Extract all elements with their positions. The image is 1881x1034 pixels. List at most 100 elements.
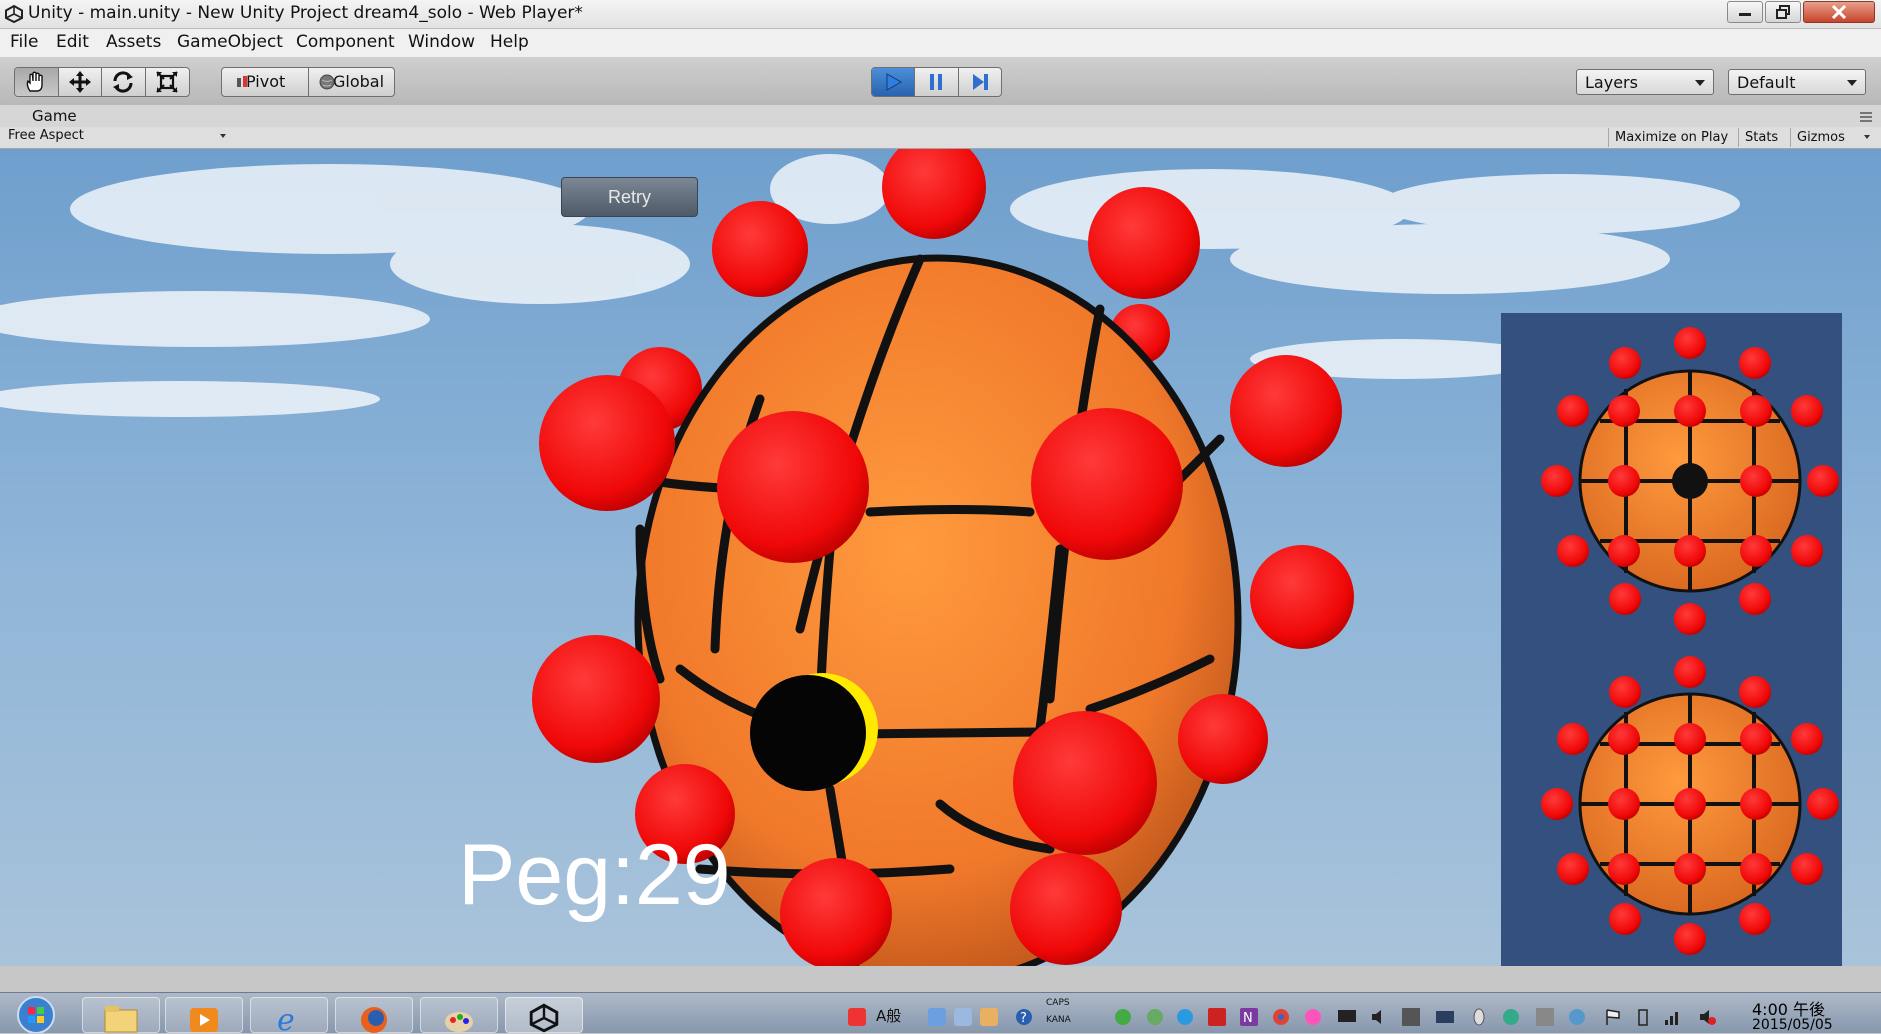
unity-icon — [529, 1003, 559, 1033]
ime-mode-indicator[interactable]: A般 — [876, 1005, 901, 1026]
game-view[interactable]: Retry Peg:29 — [0, 149, 1881, 966]
peg-counter: Peg:29 — [458, 827, 731, 923]
close-button[interactable] — [1803, 1, 1875, 23]
minimize-button[interactable] — [1727, 1, 1763, 23]
action-center-flag-icon[interactable] — [1604, 1008, 1622, 1026]
chevron-down-icon — [1847, 80, 1857, 86]
ime-dictionary-icon[interactable] — [954, 1008, 972, 1026]
tray-mouse-icon[interactable] — [1470, 1008, 1488, 1026]
playback-controls — [871, 67, 1002, 97]
tray-app3-icon[interactable] — [1568, 1008, 1586, 1026]
svg-text:?: ? — [1020, 1011, 1027, 1026]
folder-icon — [104, 1006, 138, 1033]
layers-dropdown[interactable]: Layers — [1576, 69, 1714, 95]
battery-icon[interactable] — [1634, 1008, 1652, 1026]
ime-tools-icon[interactable] — [980, 1008, 998, 1026]
tray-app2-icon[interactable] — [1304, 1008, 1322, 1026]
hand-icon — [26, 71, 43, 92]
taskbar-paint[interactable] — [420, 997, 498, 1033]
caps-indicator: CAPS — [1046, 998, 1070, 1008]
kana-indicator: KANA — [1046, 1015, 1071, 1025]
menu-help[interactable]: Help — [490, 32, 529, 52]
pause-icon — [930, 74, 943, 90]
taskbar-date[interactable]: 2015/05/05 — [1752, 1017, 1833, 1033]
step-button[interactable] — [959, 68, 1001, 96]
layers-label: Layers — [1585, 73, 1638, 92]
menu-component[interactable]: Component — [296, 32, 395, 52]
svg-text:N: N — [1243, 1011, 1253, 1026]
play-button[interactable] — [872, 68, 916, 96]
hand-tool-button[interactable] — [15, 68, 59, 96]
taskbar-internet-explorer[interactable]: e — [250, 997, 328, 1034]
taskbar-explorer[interactable] — [82, 997, 160, 1033]
menu-gameobject[interactable]: GameObject — [177, 32, 283, 52]
tray-acrobat-icon[interactable] — [1208, 1008, 1226, 1026]
pause-button[interactable] — [915, 68, 959, 96]
restore-icon — [1776, 5, 1790, 19]
menu-edit[interactable]: Edit — [56, 32, 89, 52]
ime-toolbar-icon[interactable] — [928, 1008, 946, 1026]
layout-dropdown[interactable]: Default — [1728, 69, 1866, 95]
tray-security-icon[interactable] — [1536, 1008, 1554, 1026]
retry-button[interactable]: Retry — [561, 177, 698, 217]
network-signal-icon[interactable] — [1664, 1008, 1682, 1026]
layout-label: Default — [1737, 73, 1796, 92]
maximize-on-play-toggle[interactable]: Maximize on Play — [1608, 128, 1734, 147]
panel-menu-icon[interactable] — [1858, 111, 1874, 123]
paint-icon — [445, 1012, 473, 1032]
tray-chrome-icon[interactable] — [1272, 1008, 1290, 1026]
move-tool-button[interactable] — [59, 68, 102, 96]
gizmos-dropdown[interactable]: Gizmos — [1790, 128, 1863, 147]
firefox-icon — [361, 1007, 387, 1033]
taskbar-firefox[interactable] — [335, 997, 413, 1033]
menu-assets[interactable]: Assets — [106, 32, 161, 52]
rotate-tool-button[interactable] — [102, 68, 146, 96]
tray-device-icon[interactable] — [1402, 1008, 1420, 1026]
tray-skype-icon[interactable] — [1176, 1008, 1194, 1026]
minimap — [1501, 313, 1842, 966]
move-icon — [68, 71, 91, 93]
game-scene[interactable] — [0, 149, 1881, 966]
tray-update-icon[interactable] — [1502, 1008, 1520, 1026]
unity-app-icon — [5, 4, 23, 24]
scale-tool-button[interactable] — [146, 68, 189, 96]
start-button[interactable] — [8, 993, 64, 1033]
game-tab-icon — [17, 110, 23, 122]
tray-app-icon[interactable] — [848, 1008, 866, 1026]
tray-network-app-icon[interactable] — [1114, 1008, 1132, 1026]
tray-display-icon[interactable] — [1436, 1008, 1454, 1026]
tray-monitor-icon[interactable] — [1338, 1008, 1356, 1026]
pivot-label: Pivot — [246, 72, 286, 91]
media-player-icon — [190, 1008, 218, 1032]
status-bar — [0, 966, 1881, 992]
speaker-muted-icon[interactable] — [1698, 1008, 1716, 1026]
chevron-down-icon — [1864, 135, 1870, 139]
globe-icon — [319, 74, 335, 90]
chevron-down-icon — [220, 134, 226, 138]
volume-icon[interactable] — [1370, 1008, 1388, 1026]
window-title-bar: Unity - main.unity - New Unity Project d… — [0, 0, 1881, 29]
toolbar: Pivot Global Layers Default — [0, 57, 1881, 106]
windows-taskbar: e A般 ? CAPS KANA N 4:00 午後 2015/05/05 — [0, 992, 1881, 1034]
menu-bar: File Edit Assets GameObject Component Wi… — [0, 29, 1881, 57]
game-view-toolbar: Free Aspect Maximize on Play Stats Gizmo… — [0, 127, 1881, 149]
menu-window[interactable]: Window — [408, 32, 475, 52]
tray-onenote-icon[interactable]: N — [1240, 1008, 1258, 1026]
global-toggle[interactable]: Global — [309, 68, 394, 96]
tray-sync-icon[interactable] — [1146, 1008, 1164, 1026]
internet-explorer-icon: e — [277, 1003, 295, 1034]
pivot-toggle[interactable]: Pivot — [222, 68, 309, 96]
taskbar-media-player[interactable] — [165, 997, 243, 1033]
help-icon[interactable]: ? — [1015, 1008, 1033, 1026]
aspect-dropdown[interactable]: Free Aspect — [8, 128, 226, 146]
restore-button[interactable] — [1765, 1, 1801, 23]
game-tab-bar: Game — [0, 105, 1881, 127]
stats-toggle[interactable]: Stats — [1738, 128, 1784, 147]
rotate-icon — [113, 71, 134, 93]
taskbar-unity[interactable] — [505, 997, 583, 1033]
close-icon — [1831, 5, 1847, 19]
chevron-down-icon — [1695, 80, 1705, 86]
play-icon — [886, 73, 903, 91]
menu-file[interactable]: File — [10, 32, 38, 52]
window-title: Unity - main.unity - New Unity Project d… — [28, 3, 583, 23]
